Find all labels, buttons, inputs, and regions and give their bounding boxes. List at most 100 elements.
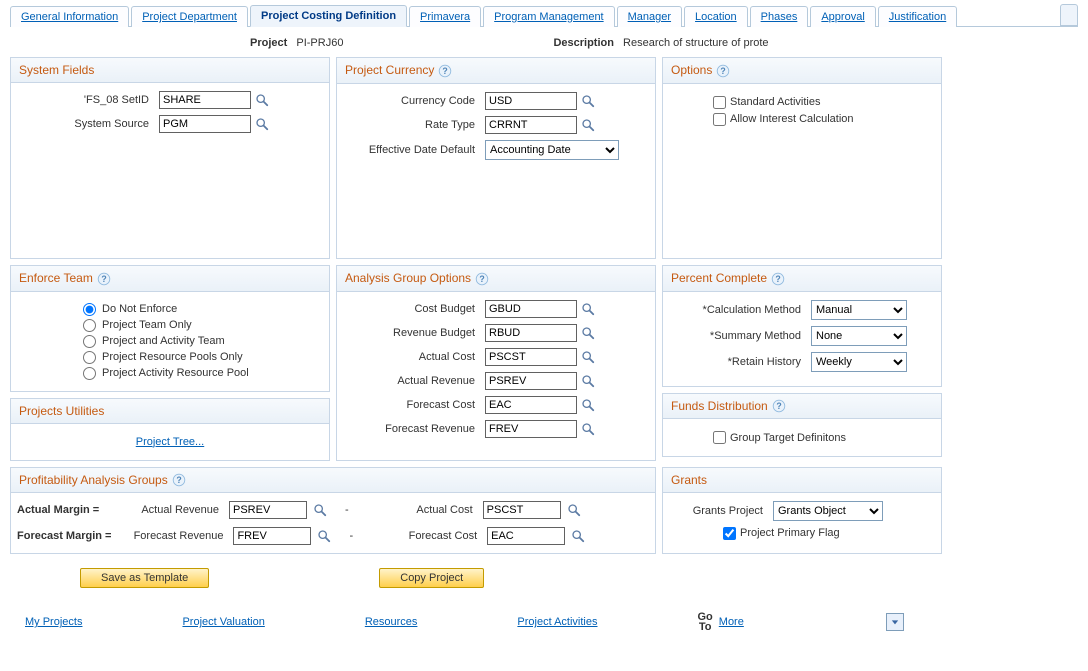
project-primary-flag-label: Project Primary Flag xyxy=(740,527,840,539)
tab-program-management[interactable]: Program Management xyxy=(483,6,614,27)
help-icon[interactable] xyxy=(475,272,489,286)
grants-box: Grants Grants Project Grants Object Proj… xyxy=(662,467,942,555)
page-header: Project PI-PRJ60 Description Research of… xyxy=(10,27,1078,57)
tab-justification[interactable]: Justification xyxy=(878,6,957,27)
actual-margin-label: Actual Margin = xyxy=(17,504,107,516)
project-valuation-link[interactable]: Project Valuation xyxy=(182,616,264,628)
tab-general-information[interactable]: General Information xyxy=(10,6,129,27)
cost-budget-label: Cost Budget xyxy=(347,303,481,315)
lookup-icon[interactable] xyxy=(567,503,581,517)
lookup-icon[interactable] xyxy=(581,118,595,132)
actual-cost-input[interactable] xyxy=(483,501,561,519)
forecast-revenue-input[interactable] xyxy=(485,420,577,438)
project-currency-box: Project Currency Currency Code Rate Type… xyxy=(336,57,656,259)
tab-phases[interactable]: Phases xyxy=(750,6,809,27)
standard-activities-checkbox[interactable] xyxy=(713,96,726,109)
lookup-icon[interactable] xyxy=(581,374,595,388)
lookup-icon[interactable] xyxy=(581,94,595,108)
lookup-icon[interactable] xyxy=(255,93,269,107)
radio-project-resource-pools[interactable] xyxy=(83,351,96,364)
goto-more-link[interactable]: More xyxy=(719,616,744,628)
my-projects-link[interactable]: My Projects xyxy=(25,616,82,628)
project-activities-link[interactable]: Project Activities xyxy=(517,616,597,628)
tab-approval[interactable]: Approval xyxy=(810,6,875,27)
tab-primavera[interactable]: Primavera xyxy=(409,6,481,27)
radio-project-team-only[interactable] xyxy=(83,319,96,332)
tab-location[interactable]: Location xyxy=(684,6,748,27)
minus-sign: - xyxy=(333,504,361,516)
setid-input[interactable] xyxy=(159,91,251,109)
cost-budget-input[interactable] xyxy=(485,300,577,318)
radio-project-activity-resource-pool[interactable] xyxy=(83,367,96,380)
help-icon[interactable] xyxy=(97,272,111,286)
summary-method-label: Summary Method xyxy=(673,330,807,342)
help-icon[interactable] xyxy=(716,64,730,78)
percent-complete-box: Percent Complete Calculation MethodManua… xyxy=(662,265,942,387)
effective-date-label: Effective Date Default xyxy=(347,144,481,156)
actual-revenue-label: Actual Revenue xyxy=(347,375,481,387)
radio-label: Project Team Only xyxy=(102,319,192,331)
goto-label: GoTo xyxy=(698,612,713,632)
forecast-revenue-input[interactable] xyxy=(233,527,311,545)
tab-manager[interactable]: Manager xyxy=(617,6,682,27)
forecast-cost-label: Forecast Cost xyxy=(347,399,481,411)
help-icon[interactable] xyxy=(771,272,785,286)
tab-project-department[interactable]: Project Department xyxy=(131,6,248,27)
help-icon[interactable] xyxy=(438,64,452,78)
resources-link[interactable]: Resources xyxy=(365,616,418,628)
copy-project-button[interactable]: Copy Project xyxy=(379,568,484,588)
actual-cost-label: Actual Cost xyxy=(367,504,477,516)
system-source-label: System Source xyxy=(21,118,155,130)
retain-history-select[interactable]: Weekly xyxy=(811,352,907,372)
system-source-input[interactable] xyxy=(159,115,251,133)
revenue-budget-input[interactable] xyxy=(485,324,577,342)
lookup-icon[interactable] xyxy=(581,350,595,364)
enforce-team-box: Enforce Team Do Not Enforce Project Team… xyxy=(10,265,330,392)
lookup-icon[interactable] xyxy=(581,302,595,316)
project-currency-header: Project Currency xyxy=(345,63,434,77)
tab-project-costing-definition[interactable]: Project Costing Definition xyxy=(250,5,407,27)
lookup-icon[interactable] xyxy=(571,529,585,543)
tabs-more-icon[interactable] xyxy=(1060,4,1078,26)
forecast-cost-input[interactable] xyxy=(485,396,577,414)
page-tabs: General Information Project Department P… xyxy=(10,4,1078,27)
grants-project-label: Grants Project xyxy=(673,505,769,517)
forecast-cost-input[interactable] xyxy=(487,527,565,545)
enforce-team-header: Enforce Team xyxy=(19,271,93,285)
save-as-template-button[interactable]: Save as Template xyxy=(80,568,209,588)
help-icon[interactable] xyxy=(172,473,186,487)
project-tree-link[interactable]: Project Tree... xyxy=(136,436,204,448)
actual-revenue-input[interactable] xyxy=(229,501,307,519)
radio-label: Do Not Enforce xyxy=(102,303,177,315)
radio-do-not-enforce[interactable] xyxy=(83,303,96,316)
allow-interest-checkbox[interactable] xyxy=(713,113,726,126)
lookup-icon[interactable] xyxy=(313,503,327,517)
calculation-method-select[interactable]: Manual xyxy=(811,300,907,320)
options-header: Options xyxy=(671,63,712,77)
group-target-checkbox[interactable] xyxy=(713,431,726,444)
radio-project-activity-team[interactable] xyxy=(83,335,96,348)
lookup-icon[interactable] xyxy=(581,422,595,436)
forecast-cost-label: Forecast Cost xyxy=(371,530,481,542)
project-primary-flag-checkbox[interactable] xyxy=(723,527,736,540)
actual-revenue-input[interactable] xyxy=(485,372,577,390)
funds-distribution-box: Funds Distribution Group Target Definito… xyxy=(662,393,942,458)
project-id: PI-PRJ60 xyxy=(296,37,343,49)
goto-dropdown-icon[interactable] xyxy=(886,613,904,631)
analysis-group-header: Analysis Group Options xyxy=(345,271,471,285)
summary-method-select[interactable]: None xyxy=(811,326,907,346)
forecast-margin-label: Forecast Margin = xyxy=(17,530,111,542)
lookup-icon[interactable] xyxy=(255,117,269,131)
rate-type-input[interactable] xyxy=(485,116,577,134)
lookup-icon[interactable] xyxy=(317,529,331,543)
lookup-icon[interactable] xyxy=(581,398,595,412)
analysis-group-box: Analysis Group Options Cost Budget Reven… xyxy=(336,265,656,461)
currency-code-input[interactable] xyxy=(485,92,577,110)
actual-cost-input[interactable] xyxy=(485,348,577,366)
system-fields-box: System Fields 'FS_08 SetID System Source xyxy=(10,57,330,259)
grants-project-select[interactable]: Grants Object xyxy=(773,501,883,521)
funds-distribution-header: Funds Distribution xyxy=(671,399,768,413)
effective-date-select[interactable]: Accounting Date xyxy=(485,140,619,160)
lookup-icon[interactable] xyxy=(581,326,595,340)
help-icon[interactable] xyxy=(772,399,786,413)
